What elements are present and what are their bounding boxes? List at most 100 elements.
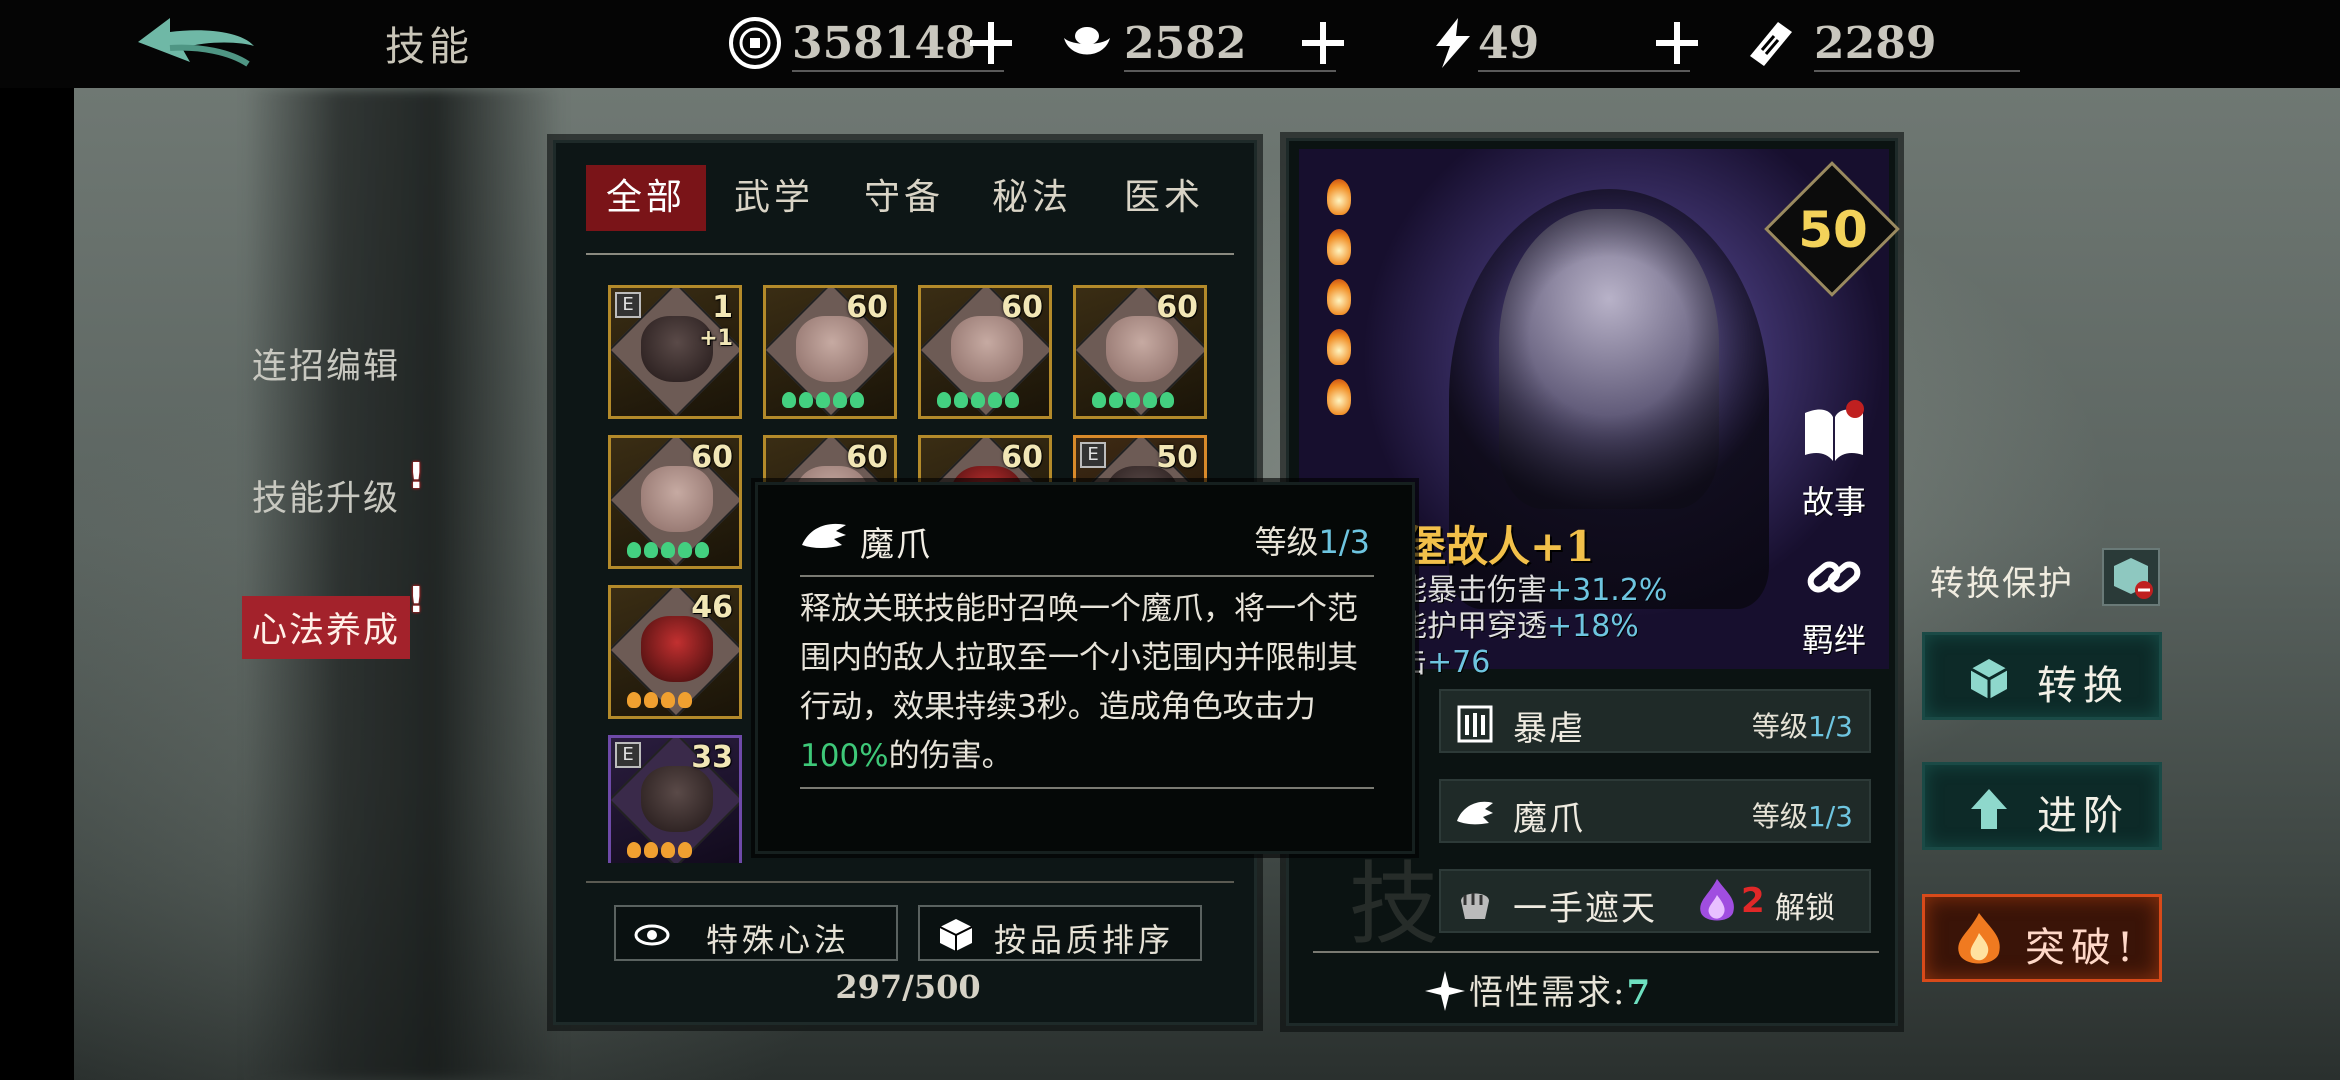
silver-value: 2582 bbox=[1124, 18, 1247, 69]
card-level: 33 bbox=[691, 740, 733, 775]
convert-label: 转换 bbox=[2037, 663, 2129, 709]
xinfa-card[interactable]: E 33 bbox=[608, 735, 742, 863]
card-level: 1 bbox=[712, 290, 733, 325]
skill-row-mozhua[interactable]: 魔爪 等级1/3 bbox=[1439, 779, 1871, 843]
tab-secret[interactable]: 秘法 bbox=[972, 165, 1092, 231]
desc-text: 的伤害。 bbox=[888, 738, 1013, 774]
eye-icon bbox=[634, 924, 670, 946]
tab-defense[interactable]: 守备 bbox=[844, 165, 964, 231]
add-silver-button[interactable] bbox=[1298, 18, 1348, 68]
fire-icon bbox=[1958, 913, 2000, 964]
special-xinfa-button[interactable]: 特殊心法 bbox=[614, 905, 898, 961]
book-icon bbox=[1805, 400, 1864, 461]
xinfa-card[interactable]: 60 bbox=[763, 285, 897, 419]
star-flames bbox=[627, 842, 727, 860]
skill-row-yishouzhetian[interactable]: 一手遮天 2 解锁 bbox=[1439, 869, 1871, 933]
comprehension-value: 7 bbox=[1626, 973, 1653, 1013]
card-plus: +1 bbox=[699, 326, 733, 351]
divider bbox=[800, 787, 1374, 789]
skill-row-baonue[interactable]: 暴虐 等级1/3 bbox=[1439, 689, 1871, 753]
skill-name: 一手遮天 bbox=[1513, 889, 1657, 929]
card-level: 50 bbox=[1156, 440, 1198, 475]
skill-level: 等级1/3 bbox=[1752, 795, 1853, 835]
skill-tooltip: 魔爪 等级1/3 释放关联技能时召唤一个魔爪，将一个范围内的敌人拉取至一个小范围… bbox=[755, 482, 1415, 854]
card-level: 60 bbox=[1001, 290, 1043, 325]
level-value: 1/3 bbox=[1807, 800, 1853, 833]
skill-name: 暴虐 bbox=[1513, 709, 1585, 749]
card-face bbox=[641, 466, 713, 532]
alert-icon: ! bbox=[408, 580, 425, 621]
ticket-value: 2289 bbox=[1814, 18, 1937, 69]
protect-cube-icon bbox=[2114, 558, 2153, 599]
purple-flame-icon bbox=[1700, 879, 1734, 921]
card-face bbox=[641, 766, 713, 832]
menu-combo-edit[interactable]: 连招编辑 bbox=[252, 338, 400, 389]
xinfa-count: 297/500 bbox=[835, 968, 981, 1006]
level-value: 1/3 bbox=[1807, 710, 1853, 743]
hand-icon bbox=[1461, 893, 1489, 919]
comprehension-requirement: 悟性需求:7 bbox=[1469, 965, 1652, 1014]
bond-button[interactable]: 羁绊 bbox=[1789, 547, 1879, 661]
divider bbox=[800, 575, 1374, 577]
card-face bbox=[641, 616, 713, 682]
tooltip-description: 释放关联技能时召唤一个魔爪，将一个范围内的敌人拉取至一个小范围内并限制其行动，效… bbox=[800, 585, 1380, 781]
alert-icon: ! bbox=[408, 456, 425, 497]
convert-button[interactable]: 转换 bbox=[1922, 632, 2162, 720]
advance-button[interactable]: 进阶 bbox=[1922, 762, 2162, 850]
demon-claw-icon bbox=[802, 523, 846, 548]
xinfa-card[interactable]: 60 bbox=[608, 435, 742, 569]
add-coin-button[interactable] bbox=[966, 18, 1016, 68]
menu-skill-upgrade[interactable]: 技能升级 bbox=[252, 470, 400, 521]
conversion-protect-toggle[interactable] bbox=[2102, 548, 2160, 606]
energy-value: 49 bbox=[1478, 18, 1540, 69]
page-title: 技能 bbox=[385, 24, 473, 70]
desc-text: 释放关联技能时召唤一个魔爪，将一个范围内的敌人拉取至一个小范围内并限制其行动，效… bbox=[800, 591, 1358, 725]
equipped-badge: E bbox=[615, 292, 641, 318]
tab-medicine[interactable]: 医术 bbox=[1104, 165, 1224, 231]
back-button[interactable] bbox=[130, 12, 260, 76]
card-level: 60 bbox=[846, 440, 888, 475]
story-button[interactable]: 故事 bbox=[1789, 399, 1879, 523]
xinfa-card[interactable]: 46 bbox=[608, 585, 742, 719]
xinfa-card[interactable]: E 1 +1 bbox=[608, 285, 742, 419]
xinfa-card[interactable]: 60 bbox=[918, 285, 1052, 419]
divider bbox=[792, 70, 1004, 72]
breakthrough-button[interactable]: 突破! bbox=[1922, 894, 2162, 982]
claw-mark-icon bbox=[1457, 705, 1493, 743]
divider bbox=[1814, 70, 2020, 72]
tab-martial[interactable]: 武学 bbox=[714, 165, 834, 231]
back-arrow-icon bbox=[138, 18, 254, 67]
ink-brush-stroke bbox=[244, 88, 564, 1080]
special-xinfa-label: 特殊心法 bbox=[706, 921, 851, 959]
card-level: 60 bbox=[1156, 290, 1198, 325]
top-bar: 技能 358148 2582 49 2289 bbox=[0, 0, 2340, 88]
level-label: 等级 bbox=[1254, 523, 1319, 561]
level-label: 等级 bbox=[1751, 800, 1808, 833]
unlock-label: 解锁 bbox=[1775, 891, 1835, 926]
stat-value: +18% bbox=[1547, 609, 1639, 644]
advance-label: 进阶 bbox=[2037, 793, 2129, 839]
star-flames bbox=[782, 392, 882, 410]
menu-xinfa-cultivate[interactable]: 心法养成 bbox=[242, 596, 411, 659]
tooltip-skill-name: 魔爪 bbox=[860, 525, 932, 565]
xinfa-card[interactable]: 60 bbox=[1073, 285, 1207, 419]
cube-icon bbox=[939, 919, 973, 951]
detail-level: 50 bbox=[1798, 201, 1868, 259]
divider bbox=[586, 881, 1234, 883]
star-flames bbox=[937, 392, 1037, 410]
coin-icon bbox=[729, 17, 781, 69]
unlock-cost: 2 bbox=[1741, 881, 1765, 921]
tab-all[interactable]: 全部 bbox=[586, 165, 706, 231]
sort-by-quality-button[interactable]: 按品质排序 bbox=[918, 905, 1202, 961]
star-flames bbox=[627, 692, 727, 710]
card-level: 60 bbox=[1001, 440, 1043, 475]
divider bbox=[1478, 70, 1690, 72]
arrow-up-icon bbox=[1971, 789, 2007, 829]
level-label: 等级 bbox=[1751, 710, 1808, 743]
breakthrough-label: 突破! bbox=[2025, 925, 2140, 971]
ticket-icon bbox=[1750, 22, 1792, 66]
coin-value: 358148 bbox=[792, 18, 976, 69]
skill-name: 魔爪 bbox=[1513, 799, 1585, 839]
star-flames bbox=[1092, 392, 1192, 410]
add-energy-button[interactable] bbox=[1652, 18, 1702, 68]
